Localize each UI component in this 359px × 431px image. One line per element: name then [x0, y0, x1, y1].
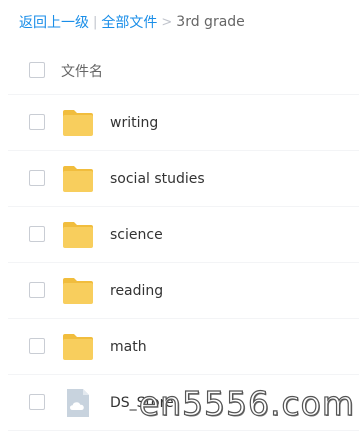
list-item[interactable]: writing	[8, 95, 359, 151]
folder-icon	[61, 332, 95, 362]
list-item[interactable]: social studies	[8, 151, 359, 207]
row-checkbox[interactable]	[29, 113, 45, 130]
row-checkbox[interactable]	[29, 337, 45, 354]
all-files-link[interactable]: 全部文件	[101, 12, 157, 32]
cloud-file-icon	[61, 388, 95, 418]
breadcrumb: 返回上一级 | 全部文件 > 3rd grade	[19, 12, 245, 32]
filename-column-header: 文件名	[61, 63, 103, 80]
folder-icon	[61, 276, 95, 306]
row-checkbox[interactable]	[29, 225, 45, 242]
file-name-link[interactable]: reading	[110, 283, 163, 299]
row-checkbox[interactable]	[29, 169, 45, 186]
file-name-link[interactable]: social studies	[110, 171, 205, 187]
row-checkbox[interactable]	[29, 281, 45, 298]
select-all-checkbox[interactable]	[29, 61, 45, 78]
breadcrumb-divider: |	[93, 14, 98, 30]
file-name-link[interactable]: writing	[110, 115, 158, 131]
watermark: en5556.com	[138, 383, 355, 423]
list-item[interactable]: science	[8, 207, 359, 263]
folder-icon	[61, 164, 95, 194]
current-folder-label: 3rd grade	[176, 14, 245, 30]
file-name-link[interactable]: science	[110, 227, 163, 243]
folder-icon	[61, 220, 95, 250]
file-list: 文件名 writing social studies science readi…	[8, 47, 359, 431]
breadcrumb-arrow: >	[161, 14, 173, 30]
row-checkbox[interactable]	[29, 393, 45, 410]
list-item[interactable]: reading	[8, 263, 359, 319]
file-name-link[interactable]: math	[110, 339, 147, 355]
back-link[interactable]: 返回上一级	[19, 12, 89, 32]
list-header: 文件名	[8, 47, 359, 95]
folder-icon	[61, 108, 95, 138]
list-item[interactable]: math	[8, 319, 359, 375]
